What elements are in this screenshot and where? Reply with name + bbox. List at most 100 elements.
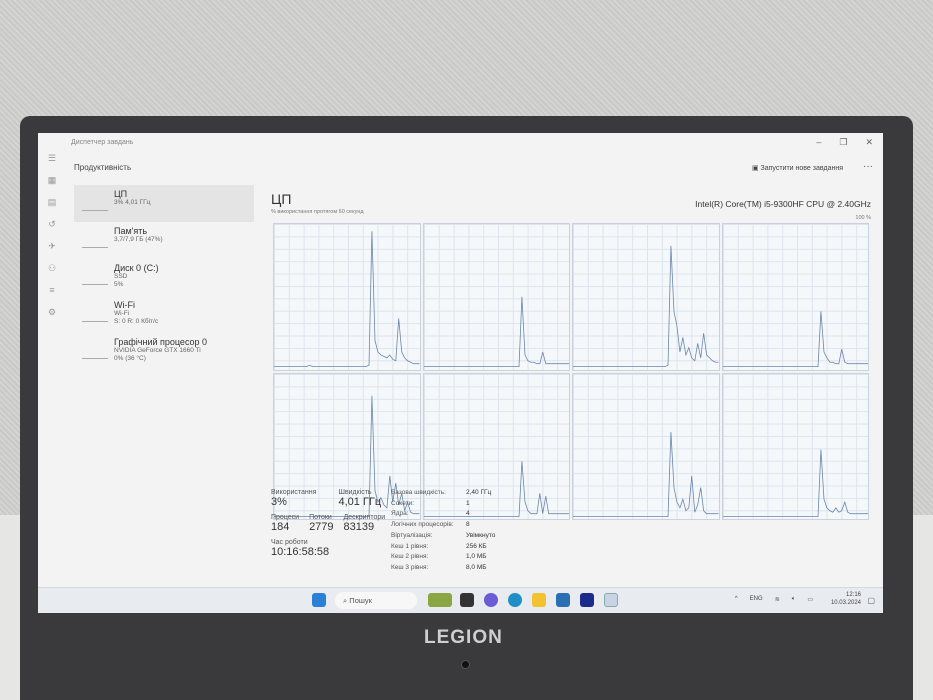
new-task-label: Запустити нове завдання [760, 165, 844, 172]
date: 10.03.2024 [830, 600, 861, 606]
property-value: 2,40 ГГц [466, 489, 492, 496]
battery-icon[interactable]: ▭ [807, 596, 813, 603]
resource-list: ЦП 3% 4,01 ГГц Пам'ять 3,7/7,9 ГБ (47%) Ди… [74, 185, 254, 370]
lenovo-vantage-icon[interactable] [580, 593, 594, 607]
webcam [461, 660, 470, 669]
threads-label: Потоки [309, 514, 332, 521]
restore-button[interactable]: ❐ [839, 137, 847, 148]
property-key: Сокети: [391, 499, 415, 507]
resource-detail: Wi-Fi [114, 310, 130, 317]
property-row: Кеш 1 рівня: 256 КБ [391, 542, 495, 553]
uptime-label: Час роботи [271, 539, 308, 546]
property-key: Віртуалізація: [391, 531, 433, 539]
property-value: Увімкнуто [466, 531, 496, 539]
cpu-usage-line [573, 432, 719, 516]
wifi-mini-graph [82, 306, 108, 322]
edge-icon[interactable] [508, 593, 522, 607]
resource-wifi[interactable]: Wi-Fi Wi-Fi S: 0 R: 0 Кбіт/с [74, 296, 254, 333]
notification-icon[interactable]: ▢ [867, 596, 875, 605]
resource-detail: 5% [114, 281, 124, 288]
resource-title: Диск 0 (C:) [114, 263, 159, 273]
cpu-core-graph-7 [721, 372, 869, 520]
history-icon[interactable]: ↺ [38, 219, 66, 241]
legion-logo: LEGION [424, 627, 503, 648]
property-key: Ядра: [391, 510, 409, 518]
property-value: 1,0 МБ [466, 553, 487, 561]
window-title: Диспетчер завдань [71, 139, 134, 146]
property-key: Кеш 3 рівня: [391, 563, 429, 571]
processes-label: Процеси [271, 514, 300, 521]
speed-value: 4,01 ГГц [338, 496, 382, 508]
volume-icon[interactable]: 🔈︎ [792, 596, 796, 603]
property-value: 8 [466, 521, 470, 529]
performance-icon[interactable]: ▤ [38, 197, 66, 219]
handles-value: 83139 [343, 521, 375, 533]
property-row: Кеш 3 рівня: 8,0 МБ [391, 563, 495, 574]
close-button[interactable]: ✕ [865, 137, 873, 148]
property-key: Логічних процесорів: [391, 521, 454, 529]
tray-chevron-icon[interactable]: ^ [735, 596, 738, 603]
processes-value: 184 [271, 521, 290, 533]
handles-label: Дескриптори [343, 514, 386, 521]
task-view-icon[interactable] [460, 593, 474, 607]
menu-icon[interactable]: ☰ [38, 153, 66, 175]
taskbar: ⌕ Пошук ^ ENG ≋ 🔈︎ ▭ 12:16 10.03.2024 ▢ [38, 587, 883, 613]
uptime-value: 10:16:58:58 [271, 546, 330, 558]
usage-label: Використання [271, 489, 317, 496]
resource-detail: 0% (36 °C) [114, 355, 146, 362]
more-button[interactable]: ··· [863, 161, 873, 172]
mail-icon[interactable] [556, 593, 570, 607]
processes-icon[interactable]: ▦ [38, 175, 66, 197]
clock[interactable]: 12:16 10.03.2024 [831, 591, 861, 607]
title-bar: Диспетчер завдань – ❐ ✕ [38, 133, 883, 153]
wifi-icon[interactable]: ≋ [775, 596, 780, 603]
gpu-mini-graph [82, 343, 108, 359]
details-icon[interactable]: ≡ [38, 285, 66, 307]
cpu-usage-line [723, 311, 869, 366]
cpu-core-line-chart [723, 224, 869, 370]
property-value: 256 КБ [466, 542, 487, 550]
property-row: Віртуалізація: Увімкнуто [391, 531, 495, 542]
task-manager-icon[interactable] [604, 593, 618, 607]
cpu-properties: Базова швидкість: 2,40 ГГц Сокети: 1 Ядра: 4 Л… [391, 488, 495, 574]
search-box[interactable]: ⌕ Пошук [335, 592, 417, 609]
resource-detail: 3% 4,01 ГГц [114, 199, 151, 206]
services-icon[interactable]: ⚙ [38, 307, 66, 329]
resource-title: Пам'ять [114, 226, 148, 236]
resource-gpu[interactable]: Графічний процесор 0 NVIDIA GeForce GTX 1… [74, 333, 254, 370]
resource-cpu[interactable]: ЦП 3% 4,01 ГГц [74, 185, 254, 222]
start-button[interactable] [312, 593, 326, 607]
cpu-core-graph-1 [422, 223, 570, 371]
cpu-core-line-chart [424, 224, 570, 370]
speed-label: Швидкість [338, 489, 372, 496]
minimize-button[interactable]: – [816, 137, 821, 148]
cpu-usage-line [274, 231, 420, 366]
file-explorer-icon[interactable] [532, 593, 546, 607]
cpu-graphs-grid [273, 223, 869, 520]
widgets-icon[interactable] [428, 593, 452, 607]
resource-memory[interactable]: Пам'ять 3,7/7,9 ГБ (47%) [74, 222, 254, 259]
cpu-stats: Використання 3% Швидкість 4,01 ГГц Процеси… [271, 489, 385, 558]
new-task-button[interactable]: ▣ Запустити нове завдання [752, 164, 843, 172]
startup-icon[interactable]: ✈ [38, 241, 66, 263]
resource-disk[interactable]: Диск 0 (C:) SSD 5% [74, 259, 254, 296]
resource-title: Графічний процесор 0 [114, 337, 208, 347]
cpu-core-line-chart [573, 374, 719, 520]
cpu-usage-line [573, 246, 719, 367]
search-label: Пошук [349, 596, 372, 605]
screen: Диспетчер завдань – ❐ ✕ ☰ ▦ ▤ ↺ ✈ ⚇ ≡ ⚙ … [38, 133, 883, 613]
language-indicator[interactable]: ENG [750, 596, 763, 603]
cpu-core-line-chart [723, 374, 869, 520]
property-row: Кеш 2 рівня: 1,0 МБ [391, 552, 495, 563]
cpu-core-line-chart [573, 224, 719, 370]
resource-detail: S: 0 R: 0 Кбіт/с [114, 318, 159, 325]
resource-title: ЦП [114, 189, 128, 199]
cpu-model: Intel(R) Core(TM) i5-9300HF CPU @ 2.40GH… [695, 199, 871, 209]
cpu-core-graph-2 [572, 223, 720, 371]
disk-mini-graph [82, 269, 108, 285]
cpu-mini-graph [82, 195, 108, 211]
teams-icon[interactable] [484, 593, 498, 607]
property-value: 8,0 МБ [466, 563, 487, 571]
cpu-core-graph-6 [572, 372, 720, 520]
users-icon[interactable]: ⚇ [38, 263, 66, 285]
